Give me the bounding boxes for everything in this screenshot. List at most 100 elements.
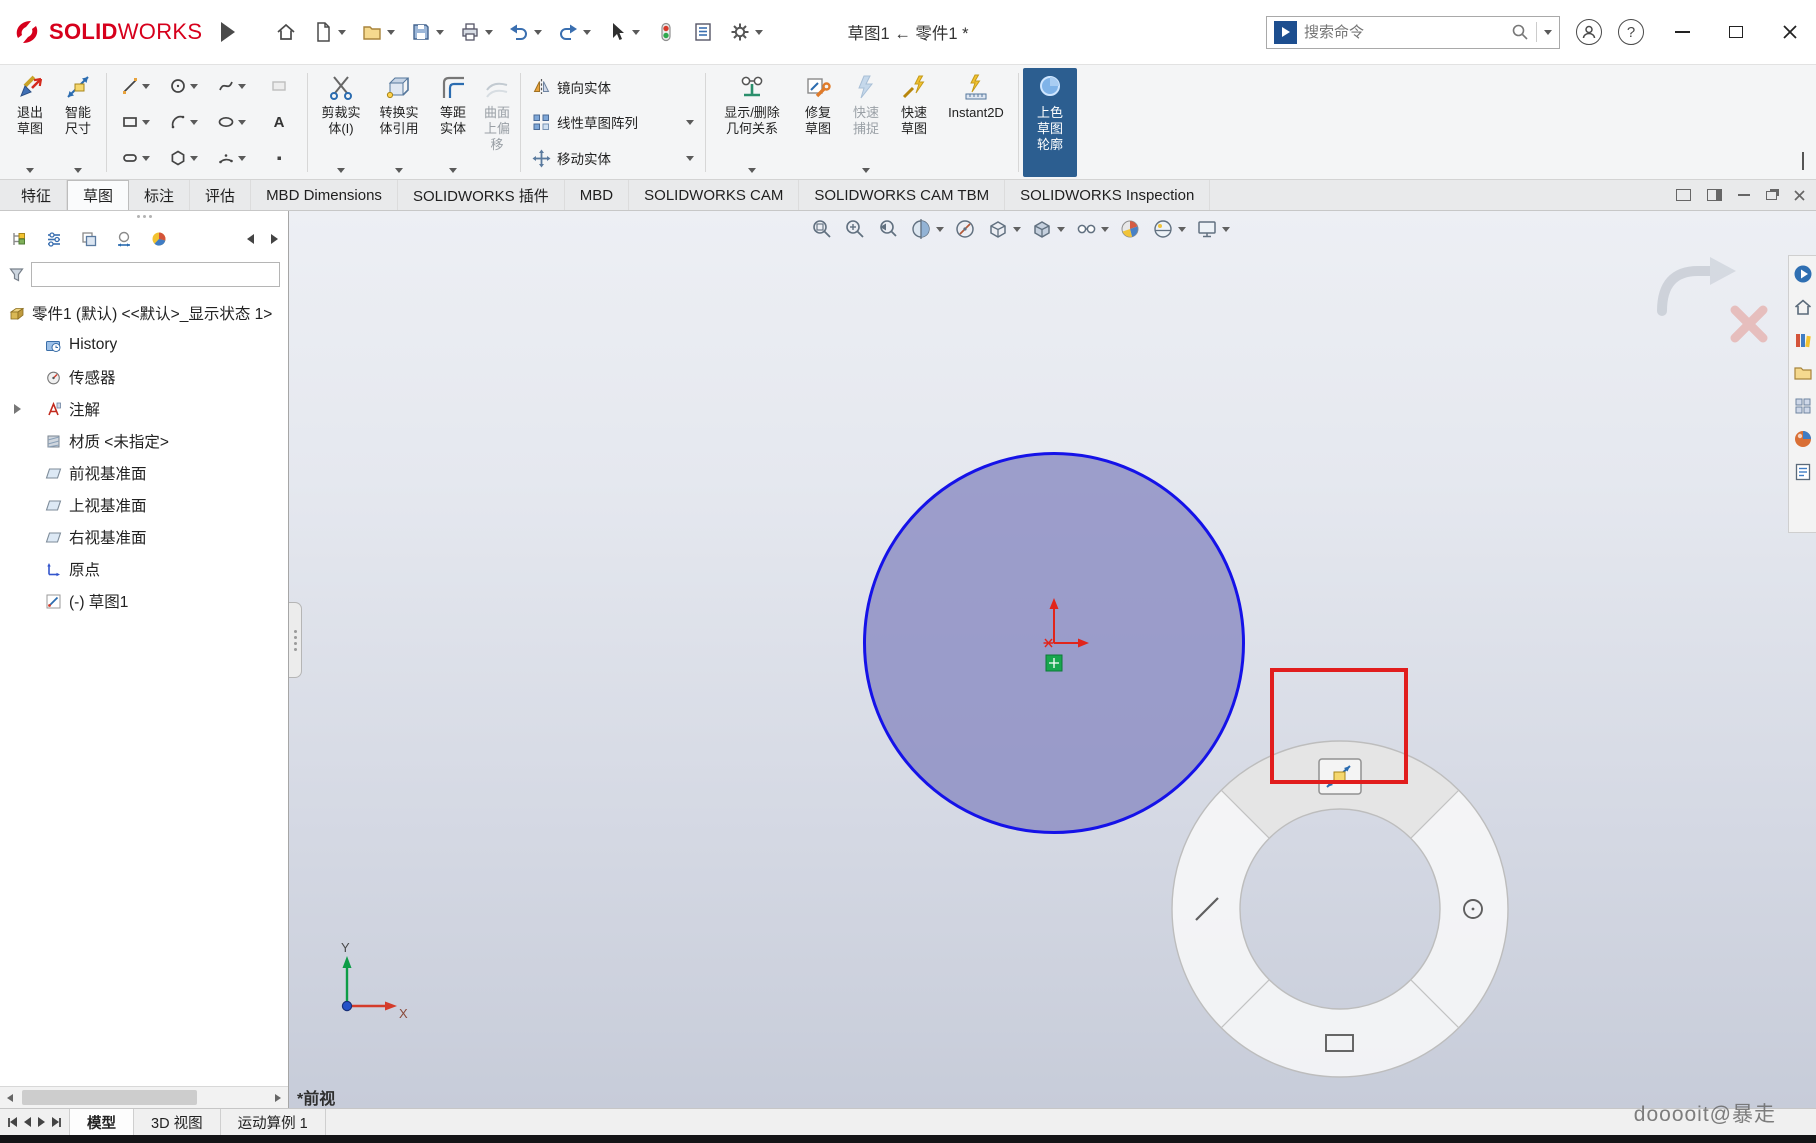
convert-entities-button[interactable]: 转换实 体引用 xyxy=(370,68,428,177)
undo-button[interactable] xyxy=(502,16,548,48)
slot-tool-button[interactable] xyxy=(111,149,159,167)
collapse-ribbon-button[interactable] xyxy=(1802,154,1804,170)
minimize-button[interactable] xyxy=(1668,18,1696,46)
dimxpert-manager-icon[interactable] xyxy=(115,230,133,248)
select-button[interactable] xyxy=(600,16,646,48)
tab-solidworks-cam[interactable]: SOLIDWORKS CAM xyxy=(629,180,799,210)
open-button[interactable] xyxy=(355,16,401,48)
first-tab-button[interactable] xyxy=(8,1117,17,1127)
tree-root-item[interactable]: 零件1 (默认) <<默认>_显示状态 1> xyxy=(8,297,288,329)
tab-scroll-right-icon[interactable] xyxy=(271,234,278,244)
file-properties-button[interactable] xyxy=(686,16,720,48)
search-dropdown-icon[interactable] xyxy=(1544,30,1552,35)
scroll-left-button[interactable] xyxy=(0,1087,20,1108)
tree-item-front-plane[interactable]: 前视基准面 xyxy=(8,457,288,489)
tab-features[interactable]: 特征 xyxy=(6,180,67,210)
arc-tool-button[interactable] xyxy=(159,113,207,131)
tab-solidworks-inspection[interactable]: SOLIDWORKS Inspection xyxy=(1005,180,1210,210)
hide-show-items-button[interactable] xyxy=(1074,217,1109,241)
new-document-button[interactable] xyxy=(306,16,352,48)
print-button[interactable] xyxy=(453,16,499,48)
tree-item-top-plane[interactable]: 上视基准面 xyxy=(8,489,288,521)
point-tool-button[interactable] xyxy=(255,149,303,167)
next-tab-button[interactable] xyxy=(38,1117,45,1127)
polygon-tool-button[interactable] xyxy=(159,149,207,167)
three-point-arc-tool-button[interactable] xyxy=(207,149,255,167)
scrollbar-track[interactable] xyxy=(20,1087,268,1108)
linear-sketch-pattern-button[interactable]: 线性草图阵列 xyxy=(527,105,699,139)
text-tool-button[interactable]: A xyxy=(255,114,303,131)
doc-minimize-icon[interactable] xyxy=(1738,194,1750,196)
options-button[interactable] xyxy=(723,16,769,48)
panel-drag-handle[interactable] xyxy=(0,211,288,221)
section-view-button[interactable] xyxy=(909,217,944,241)
display-delete-relations-button[interactable]: 显示/删除 几何关系 xyxy=(710,68,794,177)
panel-splitter-grip[interactable] xyxy=(289,602,302,678)
zoom-to-area-button[interactable] xyxy=(843,217,867,241)
view-orientation-button[interactable] xyxy=(986,217,1021,241)
surface-offset-button[interactable]: 曲面 上偏 移 xyxy=(478,68,516,177)
appearances-scenes-icon[interactable] xyxy=(1793,429,1813,449)
close-button[interactable] xyxy=(1776,18,1804,46)
circle-tool-button[interactable] xyxy=(159,77,207,95)
tab-addins[interactable]: SOLIDWORKS 插件 xyxy=(398,180,565,210)
home-tab-icon[interactable] xyxy=(1793,297,1813,317)
smart-dimension-button[interactable]: 智能 尺寸 xyxy=(54,68,102,177)
file-explorer-icon[interactable] xyxy=(1793,363,1813,383)
line-tool-button[interactable] xyxy=(111,77,159,95)
move-entities-button[interactable]: 移动实体 xyxy=(527,141,699,175)
mirror-entities-button[interactable]: 镜向实体 xyxy=(527,70,699,104)
account-button[interactable] xyxy=(1576,19,1602,45)
t ab-markup[interactable]: 标注 xyxy=(129,180,190,210)
tree-item-sensors[interactable]: 传感器 xyxy=(8,361,288,393)
ghost-tool-button[interactable] xyxy=(255,77,303,95)
previous-tab-button[interactable] xyxy=(24,1117,31,1127)
view-palette-icon[interactable] xyxy=(1793,396,1813,416)
trim-entities-button[interactable]: 剪裁实 体(I) xyxy=(312,68,370,177)
tree-filter-input[interactable] xyxy=(37,267,274,282)
configuration-manager-icon[interactable] xyxy=(80,230,98,248)
search-scope-icon[interactable] xyxy=(1274,21,1297,44)
tree-item-origin[interactable]: 原点 xyxy=(8,553,288,585)
tab-sketch[interactable]: 草图 xyxy=(67,180,129,210)
offset-entities-button[interactable]: 等距 实体 xyxy=(428,68,478,177)
help-button[interactable]: ? xyxy=(1618,19,1644,45)
display-style-button[interactable] xyxy=(1030,217,1065,241)
tab-scroll-left-icon[interactable] xyxy=(247,234,254,244)
split-pane-icon[interactable] xyxy=(1707,189,1722,201)
view-settings-button[interactable] xyxy=(1195,217,1230,241)
tree-item-right-plane[interactable]: 右视基准面 xyxy=(8,521,288,553)
tree-item-material[interactable]: 材质 <未指定> xyxy=(8,425,288,457)
instant2d-button[interactable]: Instant2D xyxy=(938,68,1014,177)
zoom-to-fit-button[interactable] xyxy=(810,217,834,241)
save-button[interactable] xyxy=(404,16,450,48)
tree-item-sketch1[interactable]: (-) 草图1 xyxy=(8,585,288,617)
pane-layout-icon[interactable] xyxy=(1676,189,1691,201)
graphics-viewport[interactable]: Y X *前视 xyxy=(0,211,1816,1108)
home-button[interactable] xyxy=(269,16,303,48)
tree-item-history[interactable]: History xyxy=(8,329,288,361)
last-tab-button[interactable] xyxy=(52,1117,61,1127)
shaded-sketch-contours-button[interactable]: 上色 草图 轮廓 xyxy=(1023,68,1077,177)
redo-button[interactable] xyxy=(551,16,597,48)
design-library-icon[interactable] xyxy=(1793,330,1813,350)
tab-evaluate[interactable]: 评估 xyxy=(190,180,251,210)
solidworks-resources-icon[interactable] xyxy=(1793,264,1813,284)
previous-view-button[interactable] xyxy=(876,217,900,241)
feature-manager-tree-icon[interactable] xyxy=(10,230,28,248)
expand-annotations-icon[interactable] xyxy=(14,404,38,414)
tab-model[interactable]: 模型 xyxy=(70,1109,134,1135)
rectangle-tool-button[interactable] xyxy=(111,113,159,131)
3d-drawing-view-button[interactable] xyxy=(953,217,977,241)
doc-restore-icon[interactable] xyxy=(1766,191,1777,200)
display-manager-icon[interactable] xyxy=(150,230,168,248)
quick-snaps-button[interactable]: 快速 捕捉 xyxy=(842,68,890,177)
ellipse-tool-button[interactable] xyxy=(207,113,255,131)
search-icon[interactable] xyxy=(1511,23,1529,41)
tab-solidworks-cam-tbm[interactable]: SOLIDWORKS CAM TBM xyxy=(799,180,1005,210)
tab-mbd-dimensions[interactable]: MBD Dimensions xyxy=(251,180,398,210)
property-manager-icon[interactable] xyxy=(45,230,63,248)
tab-motion-study[interactable]: 运动算例 1 xyxy=(221,1109,326,1135)
rebuild-stoplight-button[interactable] xyxy=(649,16,683,48)
scroll-right-button[interactable] xyxy=(268,1087,288,1108)
